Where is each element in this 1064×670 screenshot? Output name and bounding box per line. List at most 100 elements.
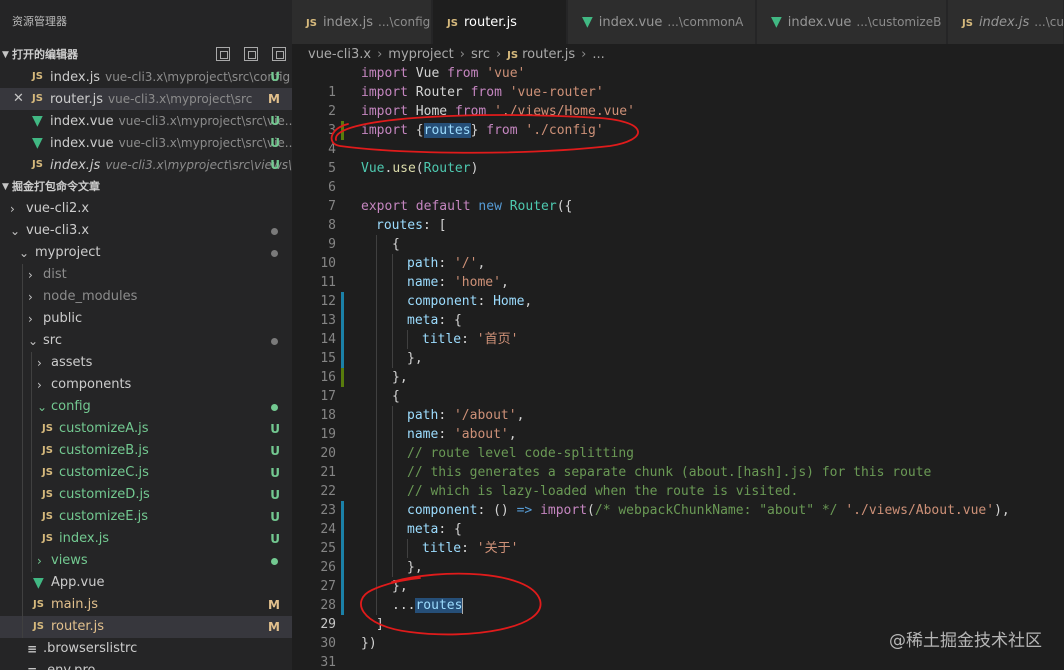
tab-router-js[interactable]: JS router.js [433,0,567,44]
code-line: 16 }, [292,349,1064,385]
open-editor-path: vue-cli3.x\myproject\src\vie... [118,136,292,150]
new-untitled-file-icon[interactable] [216,47,230,61]
tree-file-app-vue[interactable]: ▼ App.vue [0,572,292,594]
tree-folder-node-modules[interactable]: › node_modules [0,286,292,308]
chevron-right-icon: › [10,202,15,216]
indent-guide [392,558,393,577]
code-token: Router [509,199,557,214]
indent-guide [376,425,377,444]
chevron-down-icon: ⌄ [37,400,48,414]
indent-guide [31,528,32,550]
close-all-icon[interactable] [272,47,286,61]
indent-guide [392,539,393,558]
code-token: { [392,237,400,252]
modified-line-marker [341,596,344,615]
js-file-icon: JS [42,489,53,500]
code-editor[interactable]: 1 import Vue from 'vue' 2 import Router … [292,64,1064,670]
indent-guide [22,528,23,550]
tree-file-customizeE[interactable]: JS customizeE.js U [0,506,292,528]
chevron-right-icon: › [28,268,33,282]
indent-guide [376,235,377,254]
open-editor-item[interactable]: ▼ index.vue vue-cli3.x\myproject\src\vie.… [0,110,292,132]
tree-folder-src[interactable]: ⌄ src [0,330,292,352]
open-editor-name: index.vue [50,136,114,151]
modified-line-marker [341,539,344,558]
tree-folder-components[interactable]: › components [0,374,292,396]
breadcrumb-item[interactable]: src [471,47,490,62]
tree-file-customizeD[interactable]: JS customizeD.js U [0,484,292,506]
indent-guide [392,349,393,368]
code-token: }, [392,370,408,385]
chevron-down-icon: ⌄ [19,246,30,260]
save-all-icon[interactable] [244,47,258,61]
indent-guide [31,396,32,418]
chevron-down-icon: ▼ [2,182,9,192]
code-line: 28 }, [292,577,1064,613]
modified-line-marker [341,311,344,330]
tree-file-index-js[interactable]: JS index.js U [0,528,292,550]
indent-guide [376,254,377,273]
tree-folder-vue-cli3[interactable]: ⌄ vue-cli3.x [0,220,292,242]
tree-folder-myproject[interactable]: ⌄ myproject [0,242,292,264]
modified-dot [271,250,278,257]
workspace-header[interactable]: ▼ 掘金打包命令文章 [0,176,292,198]
open-editor-path: vue-cli3.x\myproject\src\views\c... [105,158,292,172]
code-token: './views/About.vue' [845,503,995,518]
breadcrumb-item[interactable]: vue-cli3.x [308,47,371,62]
code-token: default [415,199,471,214]
code-token: ) [470,161,479,176]
open-editors-header[interactable]: ▼ 打开的编辑器 [0,44,292,66]
code-token: : () [477,503,517,518]
tree-label: customizeA.js [59,421,149,436]
code-token: component [407,294,478,309]
js-file-icon: JS [33,599,44,610]
tree-folder-vue-cli2[interactable]: › vue-cli2.x [0,198,292,220]
tree-file-env-prod[interactable]: ≡ .env.pro... [0,660,292,670]
tree-file-customizeC[interactable]: JS customizeC.js U [0,462,292,484]
code-token: : [438,256,454,271]
tree-folder-public[interactable]: › public [0,308,292,330]
settings-file-icon: ≡ [27,642,38,656]
js-file-icon: JS [32,159,43,170]
code-token: }) [361,636,377,651]
tree-file-router-js[interactable]: JS router.js M [0,616,292,638]
open-editor-item-active[interactable]: ✕ JS router.js vue-cli3.x\myproject\src M [0,88,292,110]
breadcrumb-item[interactable]: ... [592,47,604,62]
indent-guide [31,440,32,462]
code-comment: // route level code-splitting [407,446,634,461]
code-line: 10 { [292,235,1064,271]
open-editor-item[interactable]: ▼ index.vue vue-cli3.x\myproject\src\vie.… [0,132,292,154]
indent-guide [22,506,23,528]
tree-folder-views[interactable]: › views [0,550,292,572]
code-token: Vue [407,66,448,81]
tree-file-browserslistrc[interactable]: ≡ .browserslistrc [0,638,292,660]
tab-index-js-cust[interactable]: JS index.js ...\cust [948,0,1064,44]
open-editor-item[interactable]: JS index.js vue-cli3.x\myproject\src\conf… [0,66,292,88]
modified-badge: M [268,620,280,634]
code-token: 'about' [453,427,509,442]
breadcrumb-item[interactable]: myproject [388,47,453,62]
open-editor-path: vue-cli3.x\myproject\src\config [105,70,291,84]
breadcrumb-item[interactable]: router.js [522,47,575,62]
indent-guide [31,484,32,506]
tab-index-js-config[interactable]: JS index.js ...\config [292,0,432,44]
tree-file-customizeA[interactable]: JS customizeA.js U [0,418,292,440]
tree-folder-config[interactable]: ⌄ config [0,396,292,418]
close-icon[interactable]: ✕ [13,88,24,110]
tree-folder-assets[interactable]: › assets [0,352,292,374]
tree-label: assets [51,355,93,370]
code-line: 12 name: 'home', [292,273,1064,309]
tree-label: node_modules [43,289,138,304]
code-token: import [361,85,408,100]
tree-folder-dist[interactable]: › dist [0,264,292,286]
tab-index-vue-commonA[interactable]: ▼ index.vue ...\commonA [568,0,756,44]
tree-file-customizeB[interactable]: JS customizeB.js U [0,440,292,462]
tree-file-main-js[interactable]: JS main.js M [0,594,292,616]
open-editor-name: index.vue [50,114,114,129]
open-editor-name: index.js [50,70,101,85]
open-editor-item[interactable]: JS index.js vue-cli3.x\myproject\src\view… [0,154,292,176]
code-token: import [540,503,588,518]
tab-index-vue-customizeB[interactable]: ▼ index.vue ...\customizeB [757,0,947,44]
